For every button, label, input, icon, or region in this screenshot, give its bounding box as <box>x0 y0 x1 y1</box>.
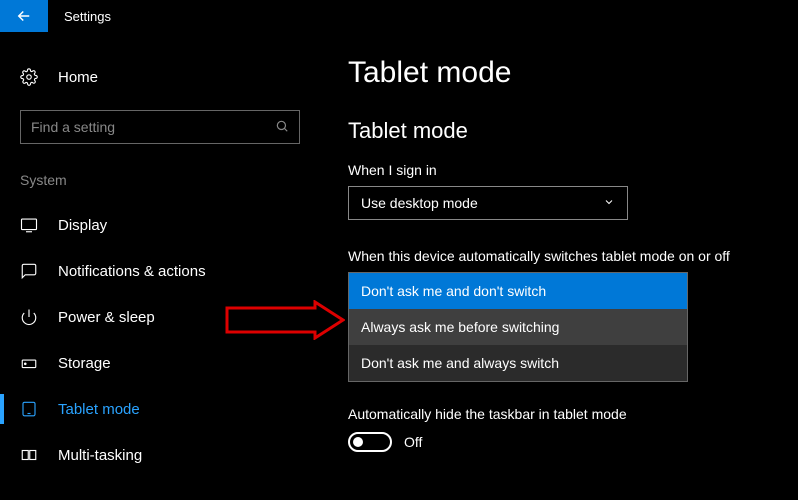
search-input[interactable] <box>31 119 275 135</box>
sidebar-item-storage[interactable]: Storage <box>0 340 320 386</box>
sidebar-item-label: Tablet mode <box>58 401 140 418</box>
autohide-value: Off <box>404 434 422 450</box>
power-icon <box>20 308 38 326</box>
search-icon <box>275 119 289 136</box>
autohide-label: Automatically hide the taskbar in tablet… <box>348 406 778 422</box>
home-button[interactable]: Home <box>0 56 320 98</box>
sidebar-item-multitasking[interactable]: Multi-tasking <box>0 432 320 478</box>
back-button[interactable] <box>0 0 48 32</box>
signin-label: When I sign in <box>348 162 778 178</box>
main-content: Tablet mode Tablet mode When I sign in U… <box>320 32 798 500</box>
signin-value: Use desktop mode <box>361 195 478 211</box>
titlebar: Settings <box>0 0 798 32</box>
arrow-left-icon <box>15 7 33 25</box>
sidebar-item-label: Notifications & actions <box>58 263 206 280</box>
autohide-toggle[interactable] <box>348 432 392 452</box>
sidebar: Home System Display Notifications & acti… <box>0 32 320 500</box>
sidebar-item-label: Display <box>58 217 107 234</box>
sidebar-item-display[interactable]: Display <box>0 202 320 248</box>
tablet-icon <box>20 400 38 418</box>
signin-select[interactable]: Use desktop mode <box>348 186 628 220</box>
page-title: Tablet mode <box>348 56 778 90</box>
gear-icon <box>20 68 38 86</box>
sidebar-item-label: Power & sleep <box>58 309 155 326</box>
toggle-knob <box>353 437 363 447</box>
section-title: Tablet mode <box>348 118 778 144</box>
message-icon <box>20 262 38 280</box>
home-label: Home <box>58 69 98 86</box>
multitask-icon <box>20 446 38 464</box>
sidebar-item-label: Multi-tasking <box>58 447 142 464</box>
switch-mode-dropdown[interactable]: Don't ask me and don't switch Always ask… <box>348 272 688 382</box>
sidebar-item-label: Storage <box>58 355 111 372</box>
sidebar-item-power[interactable]: Power & sleep <box>0 294 320 340</box>
group-label: System <box>0 162 320 202</box>
sidebar-item-tablet-mode[interactable]: Tablet mode <box>0 386 320 432</box>
storage-icon <box>20 354 38 372</box>
display-icon <box>20 216 38 234</box>
chevron-down-icon <box>603 195 615 211</box>
search-box[interactable] <box>20 110 300 144</box>
sidebar-item-notifications[interactable]: Notifications & actions <box>0 248 320 294</box>
dropdown-option[interactable]: Don't ask me and always switch <box>349 345 687 381</box>
switch-label: When this device automatically switches … <box>348 248 778 264</box>
dropdown-option[interactable]: Always ask me before switching <box>349 309 687 345</box>
dropdown-option[interactable]: Don't ask me and don't switch <box>349 273 687 309</box>
titlebar-label: Settings <box>48 9 111 24</box>
